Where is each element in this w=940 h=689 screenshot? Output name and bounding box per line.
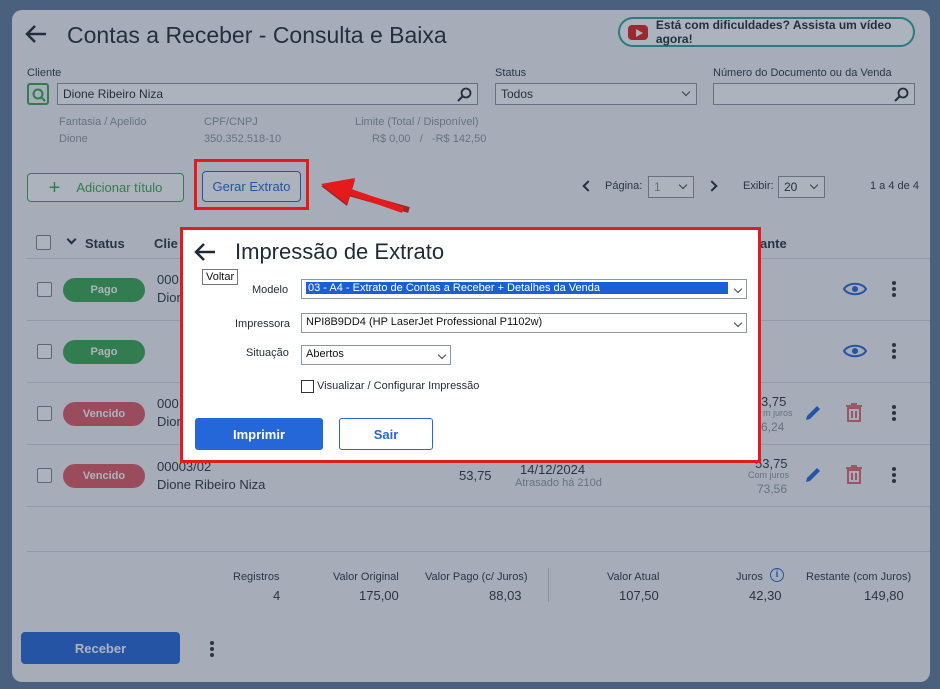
situacao-label: Situação: [246, 347, 289, 359]
visualizar-label: Visualizar / Configurar Impressão: [317, 380, 480, 392]
situacao-value: Abertos: [306, 348, 344, 360]
red-arrow-annotation: [321, 178, 404, 213]
chevron-down-icon: [733, 284, 743, 294]
impressora-select[interactable]: NPI8B9DD4 (HP LaserJet Professional P110…: [301, 313, 747, 333]
print-statement-dialog: Impressão de Extrato Voltar Modelo 03 - …: [180, 227, 761, 463]
modelo-selected-value: 03 - A4 - Extrato de Contas a Receber + …: [306, 282, 728, 294]
sair-button[interactable]: Sair: [339, 418, 433, 450]
modelo-select[interactable]: 03 - A4 - Extrato de Contas a Receber + …: [301, 279, 747, 299]
chevron-down-icon: [733, 318, 743, 328]
modelo-label: Modelo: [252, 284, 289, 296]
highlight-box: [194, 159, 309, 210]
situacao-select[interactable]: Abertos: [301, 345, 451, 365]
impressora-value: NPI8B9DD4 (HP LaserJet Professional P110…: [306, 316, 543, 328]
visualizar-checkbox[interactable]: [301, 380, 314, 393]
impressora-label: Impressora: [235, 318, 291, 330]
tooltip: Voltar: [202, 269, 239, 285]
dialog-title: Impressão de Extrato: [235, 239, 445, 264]
imprimir-button[interactable]: Imprimir: [195, 418, 323, 450]
back-arrow-icon[interactable]: [193, 242, 217, 262]
chevron-down-icon: [437, 350, 447, 360]
